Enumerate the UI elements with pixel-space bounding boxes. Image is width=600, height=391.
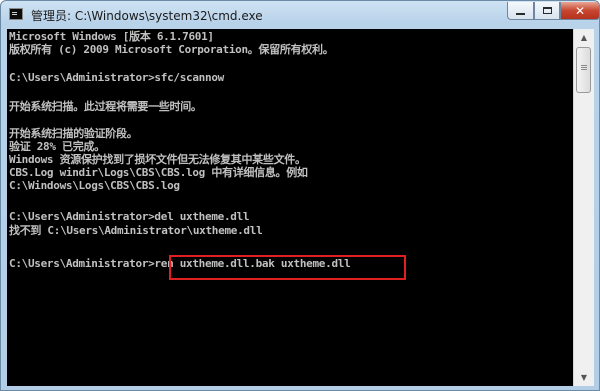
- cmd-app-icon: [9, 8, 23, 20]
- window-title: 管理员: C:\Windows\system32\cmd.exe: [31, 9, 263, 23]
- maximize-icon: [542, 7, 552, 14]
- maximize-button[interactable]: [534, 2, 560, 20]
- scroll-up-button[interactable]: ▲: [574, 29, 594, 46]
- console-line: C:\Users\Administrator>del uxtheme.dll: [9, 210, 250, 223]
- grip-icon: [581, 65, 587, 66]
- console-line: 开始系统扫描。此过程将需要一些时间。: [9, 100, 202, 113]
- console-line: Microsoft Windows [版本 6.1.7601]: [9, 30, 214, 43]
- close-button[interactable]: ✕: [560, 2, 599, 20]
- highlight-box: [169, 255, 406, 280]
- scroll-down-button[interactable]: ▼: [574, 369, 594, 386]
- console-line: Windows 资源保护找到了损坏文件但无法修复其中某些文件。: [9, 153, 306, 166]
- console-line: CBS.Log windir\Logs\CBS\CBS.log 中有详细信息。例…: [9, 166, 308, 179]
- close-icon: ✕: [574, 3, 586, 18]
- arrow-up-icon: ▲: [580, 33, 588, 42]
- minimize-icon: [516, 12, 525, 15]
- title-bar[interactable]: 管理员: C:\Windows\system32\cmd.exe ✕: [1, 1, 599, 29]
- console-line: C:\Users\Administrator>sfc/scannow: [9, 71, 224, 84]
- vertical-scrollbar[interactable]: ▲ ▼: [573, 29, 594, 386]
- scroll-thumb[interactable]: [576, 47, 591, 93]
- cmd-window: 管理员: C:\Windows\system32\cmd.exe ✕ Micro…: [0, 0, 600, 391]
- console-line: 找不到 C:\Users\Administrator\uxtheme.dll: [9, 224, 263, 237]
- minimize-button[interactable]: [507, 2, 534, 20]
- console-line: 版权所有 (c) 2009 Microsoft Corporation。保留所有…: [9, 43, 334, 56]
- arrow-down-icon: ▼: [580, 373, 588, 382]
- console-line: 验证 28% 已完成。: [9, 140, 105, 153]
- console-output[interactable]: Microsoft Windows [版本 6.1.7601] 版权所有 (c)…: [7, 29, 573, 386]
- console-line: 开始系统扫描的验证阶段。: [9, 127, 138, 140]
- console-line: C:\Windows\Logs\CBS\CBS.log: [9, 179, 180, 192]
